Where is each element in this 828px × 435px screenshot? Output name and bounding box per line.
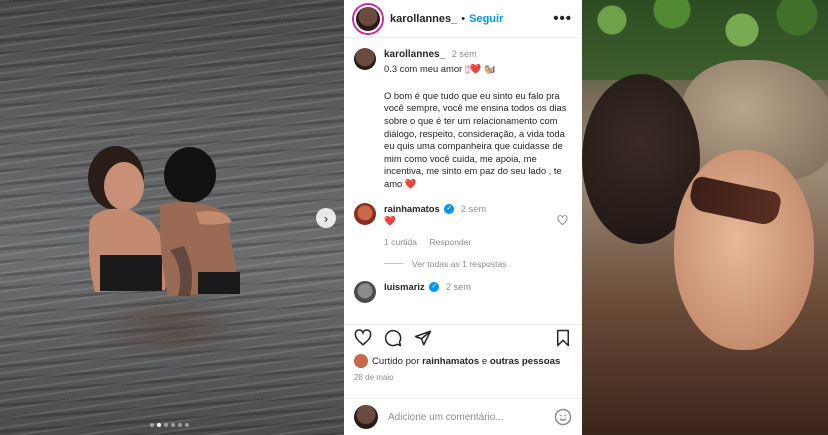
caption-body: O bom é que tudo que eu sinto eu falo pr… [354,90,572,191]
comment-avatar[interactable] [354,280,376,303]
comment-username[interactable]: luismariz [384,281,425,292]
author-username[interactable]: karollannes_ [390,13,457,25]
current-user-avatar [354,405,378,429]
reply-button[interactable]: Responder [429,237,471,247]
follow-button[interactable]: Seguir [469,13,503,25]
comment-likes-count[interactable]: 1 curtida [384,237,417,247]
carousel-dot [157,423,161,427]
carousel-indicator [150,423,189,427]
comments-section[interactable]: karollannes_ 2 sem 0.3 com meu amor ▯❤️ … [344,38,582,308]
likes-connector: e [481,355,488,367]
comment-item: rainhamatos ✓ 2 sem ❤️ 1 curtida Respond… [354,202,572,249]
action-bar [344,324,582,351]
second-photo [582,0,828,435]
liker-avatar [354,354,368,368]
header-separator: • [461,12,466,25]
caption-timestamp: 2 sem [451,49,477,59]
carousel-next-button[interactable]: › [316,208,336,228]
likes-prefix: Curtido por [372,355,420,367]
post-panel: karollannes_ • Seguir ••• karollannes_ 2… [344,0,582,435]
view-replies-button[interactable]: Ver todas as 1 respostas [354,259,572,269]
comment-meta: 1 curtida Responder [384,236,486,248]
smiley-icon[interactable] [554,408,572,426]
carousel-dot [185,423,189,427]
comment-avatar[interactable] [354,202,376,225]
send-icon[interactable] [414,329,432,347]
more-options-icon[interactable]: ••• [553,10,572,27]
comment-item: luismariz ✓ 2 sem [354,280,572,303]
caption-title: 0.3 com meu amor ▯❤️ 🐿️ [384,63,496,75]
comment-text: ❤️ [384,214,396,226]
carousel-dot [150,423,154,427]
add-comment-input[interactable]: Adicione um comentário... [388,412,504,423]
caption-body-text: O bom é que tudo que eu sinto eu falo pr… [384,89,567,189]
likes-others[interactable]: outras pessoas [490,356,560,367]
heart-icon[interactable] [354,329,372,347]
caption-title-text: 0.3 com meu amor [384,63,463,75]
comment-timestamp: 2 sem [445,281,471,292]
comment-timestamp: 2 sem [460,203,486,214]
chevron-right-icon: › [323,210,329,226]
caption-avatar[interactable] [354,48,376,70]
comment-like-heart-icon[interactable] [557,214,568,226]
post-header: karollannes_ • Seguir ••• [344,0,582,38]
view-replies-label: Ver todas as 1 respostas [412,258,507,269]
author-avatar[interactable] [354,4,382,33]
bookmark-icon[interactable] [554,329,572,347]
caption-username[interactable]: karollannes_ [384,49,445,60]
caption: karollannes_ 2 sem 0.3 com meu amor ▯❤️ … [354,48,572,76]
replies-divider [384,263,404,265]
verified-badge-icon: ✓ [429,282,440,293]
comment-username[interactable]: rainhamatos [384,203,440,214]
add-comment-bar: Adicione um comentário... [344,398,582,435]
post-date[interactable]: 28 de maio [354,373,394,382]
likes-first-user[interactable]: rainhamatos [422,356,479,367]
comment-icon[interactable] [384,329,402,347]
likes-summary[interactable]: Curtido por rainhamatos e outras pessoas [354,354,560,368]
carousel-dot [164,423,168,427]
caption-title-emoji: ▯❤️ 🐿️ [464,63,496,75]
carousel-dot [178,423,182,427]
couple-illustration [88,146,240,296]
carousel-photo-left[interactable]: › [0,0,344,435]
caption-body-emoji: ❤️ [404,177,417,189]
verified-badge-icon: ✓ [444,204,455,215]
carousel-dot [171,423,175,427]
